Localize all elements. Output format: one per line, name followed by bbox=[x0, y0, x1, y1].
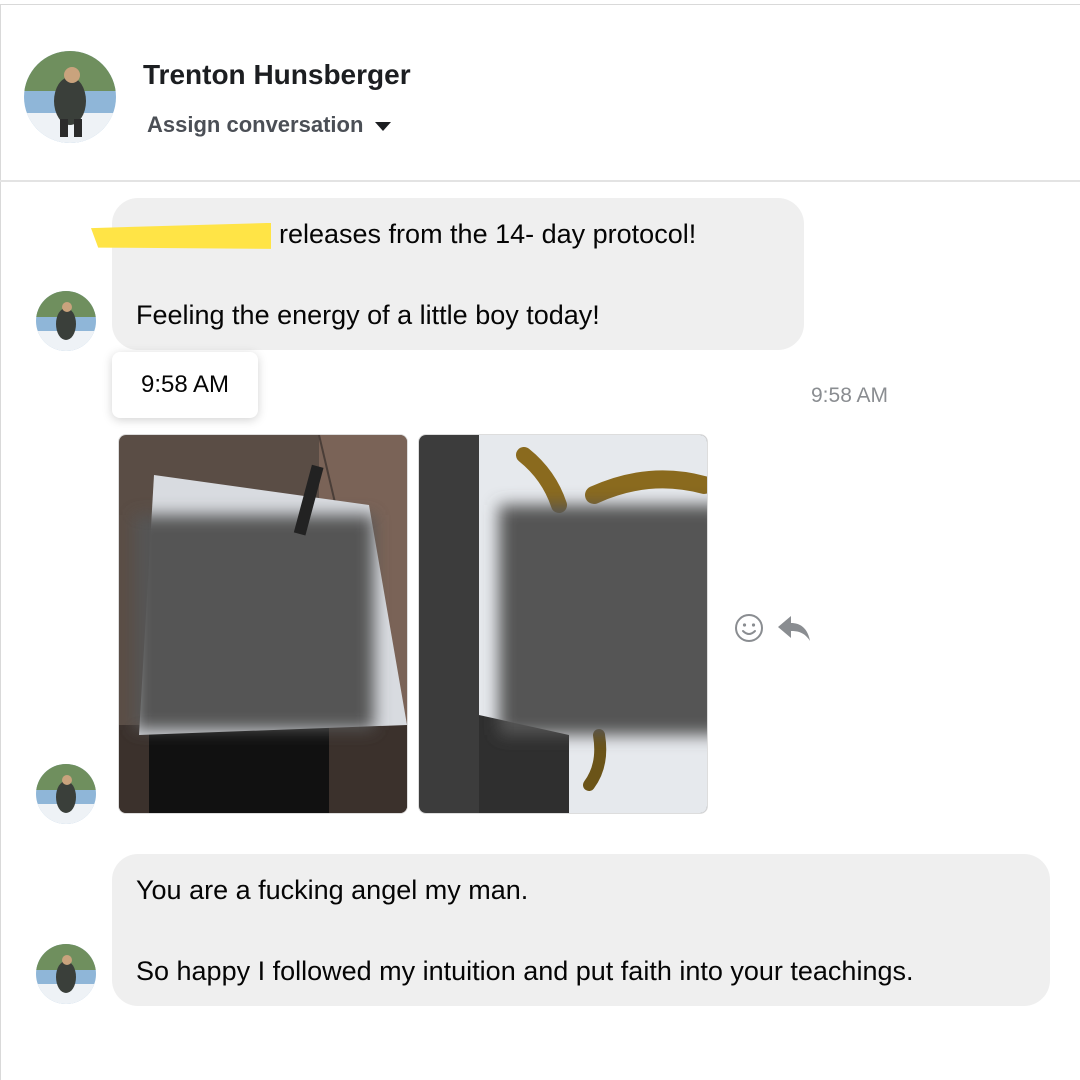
contact-avatar[interactable] bbox=[24, 51, 116, 143]
photo-attachment[interactable] bbox=[418, 434, 708, 814]
message-line: So happy I followed my intuition and put… bbox=[136, 956, 914, 986]
caret-down-icon bbox=[375, 121, 392, 131]
message-line: Feeling the energy of a little boy today… bbox=[136, 300, 600, 330]
message-avatar[interactable] bbox=[36, 944, 96, 1004]
message-avatar[interactable] bbox=[36, 291, 96, 351]
assign-conversation-label: Assign conversation bbox=[147, 112, 364, 137]
message-avatar[interactable] bbox=[36, 764, 96, 824]
time-tooltip: 9:58 AM bbox=[112, 352, 258, 418]
conversation-header: Trenton Hunsberger Assign conversation bbox=[0, 5, 1080, 181]
contact-name: Trenton Hunsberger bbox=[143, 59, 411, 90]
reply-arrow-icon[interactable] bbox=[776, 612, 812, 644]
message-bubble[interactable]: You are a fucking angel my man. So happy… bbox=[112, 854, 1050, 1006]
redaction-highlight bbox=[91, 222, 271, 249]
assign-conversation-dropdown[interactable]: Assign conversation bbox=[147, 112, 392, 138]
header-divider bbox=[0, 180, 1080, 182]
smiley-icon[interactable] bbox=[733, 612, 765, 644]
photo-attachment[interactable] bbox=[118, 434, 408, 814]
message-timestamp: 9:58 AM bbox=[811, 384, 889, 407]
message-line: You are a fucking angel my man. bbox=[136, 875, 529, 905]
message-bubble[interactable]: releases from the 14- day protocol! Feel… bbox=[91, 198, 804, 350]
message-line: releases from the 14- day protocol! bbox=[91, 214, 780, 255]
